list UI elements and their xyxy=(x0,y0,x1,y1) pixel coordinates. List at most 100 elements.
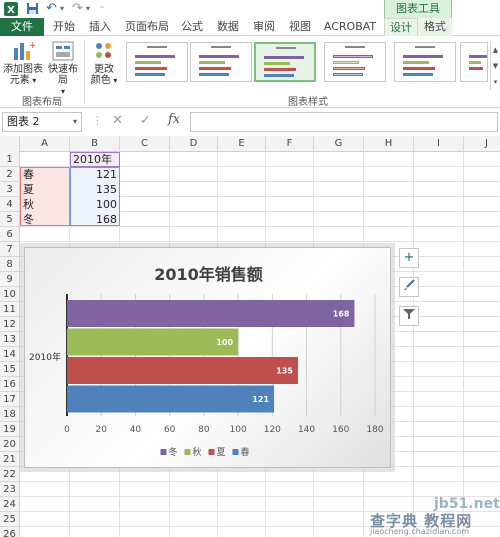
tab-design[interactable]: 设计 xyxy=(384,18,418,36)
x-tick-label: 160 xyxy=(332,425,349,435)
name-box-dropdown-icon[interactable]: ▾ xyxy=(73,113,77,131)
tab-view[interactable]: 视图 xyxy=(284,18,316,36)
tab-data[interactable]: 数据 xyxy=(212,18,244,36)
watermark-url: jiaocheng.chazidian.com xyxy=(370,527,470,536)
row-header-20[interactable]: 20 xyxy=(0,437,20,452)
formula-bar-grip-icon: ⋮ xyxy=(92,114,103,127)
row-header-6[interactable]: 6 xyxy=(0,227,20,242)
change-colors-button[interactable]: 更改 颜色 ▾ xyxy=(88,40,120,86)
cell-a3[interactable]: 夏 xyxy=(20,182,70,197)
row-header-15[interactable]: 15 xyxy=(0,362,20,377)
chart-style-3-selected[interactable] xyxy=(254,42,316,82)
title-bar: X ↶ ▾ ↷ ▾ ⁼ 图表工具 xyxy=(0,0,500,18)
column-header-g[interactable]: G xyxy=(314,136,364,152)
row-header-5[interactable]: 5 xyxy=(0,212,20,227)
row-header-8[interactable]: 8 xyxy=(0,257,20,272)
undo-dropdown-icon[interactable]: ▾ xyxy=(60,2,64,16)
chart-style-1[interactable] xyxy=(126,42,188,82)
select-all-corner[interactable] xyxy=(0,136,20,152)
cell-b5[interactable]: 168 xyxy=(70,212,120,227)
column-header-c[interactable]: C xyxy=(120,136,170,152)
legend-swatch xyxy=(232,449,239,455)
name-box[interactable]: 图表 2 ▾ xyxy=(2,112,82,132)
redo-dropdown-icon[interactable]: ▾ xyxy=(86,2,90,16)
legend-label: 夏 xyxy=(217,447,226,458)
cell-b1[interactable]: 2010年 xyxy=(70,152,120,167)
cell-b4[interactable]: 100 xyxy=(70,197,120,212)
chart-style-6[interactable] xyxy=(460,42,488,82)
chart-styles-button[interactable] xyxy=(399,277,419,297)
chart-style-2[interactable] xyxy=(190,42,252,82)
quick-layout-button[interactable]: 快速布局 ▾ xyxy=(44,40,82,97)
row-header-3[interactable]: 3 xyxy=(0,182,20,197)
svg-text:+: + xyxy=(29,41,35,51)
row-header-19[interactable]: 19 xyxy=(0,422,20,437)
column-header-f[interactable]: F xyxy=(266,136,314,152)
formula-input[interactable] xyxy=(190,112,498,132)
tab-insert[interactable]: 插入 xyxy=(84,18,116,36)
cell-a4[interactable]: 秋 xyxy=(20,197,70,212)
row-header-22[interactable]: 22 xyxy=(0,467,20,482)
row-header-1[interactable]: 1 xyxy=(0,152,20,167)
tab-format[interactable]: 格式 xyxy=(418,18,452,36)
column-header-d[interactable]: D xyxy=(170,136,218,152)
legend-swatch xyxy=(160,449,167,455)
save-icon[interactable] xyxy=(26,2,39,16)
row-header-13[interactable]: 13 xyxy=(0,332,20,347)
cell-b3[interactable]: 135 xyxy=(70,182,120,197)
more-styles-icon[interactable]: ▾ xyxy=(491,74,500,90)
x-tick-label: 40 xyxy=(130,425,142,435)
cell-b2[interactable]: 121 xyxy=(70,167,120,182)
row-header-18[interactable]: 18 xyxy=(0,407,20,422)
row-header-4[interactable]: 4 xyxy=(0,197,20,212)
scroll-up-icon[interactable]: ▲ xyxy=(491,42,500,58)
chart-style-5[interactable] xyxy=(394,42,456,82)
column-header-i[interactable]: I xyxy=(414,136,464,152)
row-header-24[interactable]: 24 xyxy=(0,497,20,512)
row-header-14[interactable]: 14 xyxy=(0,347,20,362)
row-header-7[interactable]: 7 xyxy=(0,242,20,257)
chart-style-4[interactable] xyxy=(324,42,386,82)
scroll-down-icon[interactable]: ▼ xyxy=(491,58,500,74)
row-header-21[interactable]: 21 xyxy=(0,452,20,467)
row-header-25[interactable]: 25 xyxy=(0,512,20,527)
column-header-e[interactable]: E xyxy=(218,136,266,152)
gridline xyxy=(413,152,414,537)
column-header-b[interactable]: B xyxy=(70,136,120,152)
tab-home[interactable]: 开始 xyxy=(48,18,80,36)
column-header-j[interactable]: J xyxy=(464,136,500,152)
add-chart-element-label-1: 添加图表 xyxy=(3,64,43,75)
row-header-9[interactable]: 9 xyxy=(0,272,20,287)
insert-function-icon[interactable]: fx xyxy=(168,112,180,127)
tab-file[interactable]: 文件 xyxy=(0,18,44,36)
customize-qat-icon[interactable]: ⁼ xyxy=(100,2,104,16)
tab-formulas[interactable]: 公式 xyxy=(176,18,208,36)
enter-icon[interactable]: ✓ xyxy=(140,113,151,128)
data-label: 168 xyxy=(333,310,350,319)
column-header-a[interactable]: A xyxy=(20,136,70,152)
chart-elements-button[interactable]: + xyxy=(399,248,419,268)
cell-a5[interactable]: 冬 xyxy=(20,212,70,227)
x-tick-label: 60 xyxy=(164,425,176,435)
chart-area[interactable]: 2010年销售额 0 20 40 60 80 100 120 140 160 180 168 100 13… xyxy=(24,247,391,468)
row-header-10[interactable]: 10 xyxy=(0,287,20,302)
tab-review[interactable]: 审阅 xyxy=(248,18,280,36)
add-chart-element-button[interactable]: + 添加图表 元素 ▾ xyxy=(2,40,44,86)
row-header-16[interactable]: 16 xyxy=(0,377,20,392)
tab-acrobat[interactable]: ACROBAT xyxy=(320,18,380,36)
row-header-23[interactable]: 23 xyxy=(0,482,20,497)
row-header-12[interactable]: 12 xyxy=(0,317,20,332)
chart-styles-scroll[interactable]: ▲ ▼ ▾ xyxy=(490,42,500,90)
column-header-h[interactable]: H xyxy=(364,136,414,152)
tab-page-layout[interactable]: 页面布局 xyxy=(122,18,172,36)
cell-a2[interactable]: 春 xyxy=(20,167,70,182)
redo-icon[interactable]: ↷ xyxy=(72,2,83,16)
cancel-icon[interactable]: ✕ xyxy=(112,113,123,128)
chart-filters-button[interactable] xyxy=(399,306,419,326)
row-header-26[interactable]: 26 xyxy=(0,527,20,537)
row-header-11[interactable]: 11 xyxy=(0,302,20,317)
undo-icon[interactable]: ↶ xyxy=(46,2,57,16)
data-label: 135 xyxy=(276,367,293,376)
row-header-2[interactable]: 2 xyxy=(0,167,20,182)
row-header-17[interactable]: 17 xyxy=(0,392,20,407)
